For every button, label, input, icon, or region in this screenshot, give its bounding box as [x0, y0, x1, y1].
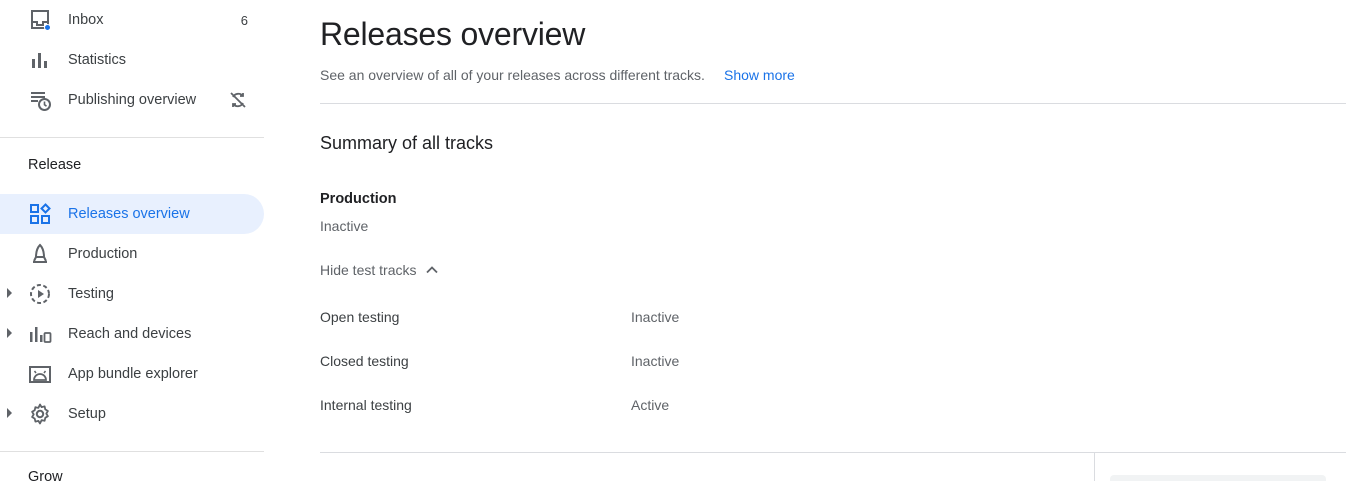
chevron-up-icon — [424, 262, 440, 278]
section-divider — [320, 452, 1346, 453]
track-status: Active — [631, 397, 670, 413]
production-track-name: Production — [320, 191, 397, 207]
sidebar-divider — [0, 451, 264, 452]
toggle-label: Hide test tracks — [320, 262, 417, 278]
show-more-link[interactable]: Show more — [724, 67, 795, 83]
sidebar-item-setup[interactable]: Setup — [0, 394, 264, 434]
page-title: Releases overview — [320, 16, 586, 52]
expand-caret-icon[interactable] — [7, 288, 12, 298]
reach-devices-icon — [28, 322, 52, 346]
bar-chart-icon — [28, 48, 52, 72]
section-label-release: Release — [28, 157, 82, 173]
header-divider — [320, 103, 1346, 104]
inbox-count-badge: 6 — [240, 12, 248, 28]
dashboard-icon — [28, 202, 52, 226]
track-row: Internal testing Active — [320, 397, 1020, 421]
sidebar: Inbox 6 Statistics Publishing overview R… — [0, 0, 264, 485]
track-name: Internal testing — [320, 397, 412, 413]
production-track-status: Inactive — [320, 218, 369, 234]
card-placeholder — [1110, 475, 1326, 481]
track-name: Open testing — [320, 309, 400, 325]
sidebar-item-label: Setup — [68, 406, 106, 422]
page-description: See an overview of all of your releases … — [320, 67, 705, 83]
sidebar-item-testing[interactable]: Testing — [0, 274, 264, 314]
sidebar-item-label: Inbox — [68, 12, 104, 28]
android-icon — [28, 362, 52, 386]
sidebar-item-production[interactable]: Production — [0, 234, 264, 274]
inbox-icon — [28, 8, 52, 32]
sidebar-item-label: Publishing overview — [68, 92, 197, 108]
sidebar-item-releases-overview[interactable]: Releases overview — [0, 194, 264, 234]
expand-caret-icon[interactable] — [7, 408, 12, 418]
hide-test-tracks-button[interactable]: Hide test tracks — [320, 260, 440, 280]
column-divider — [1094, 453, 1095, 481]
sidebar-item-label: Reach and devices — [68, 326, 192, 342]
section-label-grow: Grow — [28, 469, 63, 485]
sidebar-divider — [0, 137, 264, 138]
production-icon — [28, 242, 52, 266]
track-name: Closed testing — [320, 353, 409, 369]
main-content: Releases overview See an overview of all… — [320, 0, 1346, 481]
track-row: Open testing Inactive — [320, 309, 1020, 333]
sidebar-item-reach-and-devices[interactable]: Reach and devices — [0, 314, 264, 354]
track-status: Inactive — [631, 309, 680, 325]
expand-caret-icon[interactable] — [7, 328, 12, 338]
testing-icon — [28, 282, 52, 306]
sidebar-item-publishing-overview[interactable]: Publishing overview — [0, 80, 264, 120]
sync-disabled-icon — [228, 90, 248, 110]
sidebar-item-inbox[interactable]: Inbox 6 — [0, 0, 264, 40]
sidebar-item-app-bundle-explorer[interactable]: App bundle explorer — [0, 354, 264, 394]
sidebar-item-label: Statistics — [68, 52, 127, 68]
sidebar-item-label: App bundle explorer — [68, 366, 198, 382]
sidebar-item-label: Production — [68, 246, 138, 262]
summary-title: Summary of all tracks — [320, 133, 494, 153]
track-status: Inactive — [631, 353, 680, 369]
publishing-overview-icon — [28, 88, 52, 112]
sidebar-item-label: Testing — [68, 286, 114, 302]
sidebar-item-label: Releases overview — [68, 206, 190, 222]
track-row: Closed testing Inactive — [320, 353, 1020, 377]
gear-icon — [28, 402, 52, 426]
sidebar-item-statistics[interactable]: Statistics — [0, 40, 264, 80]
